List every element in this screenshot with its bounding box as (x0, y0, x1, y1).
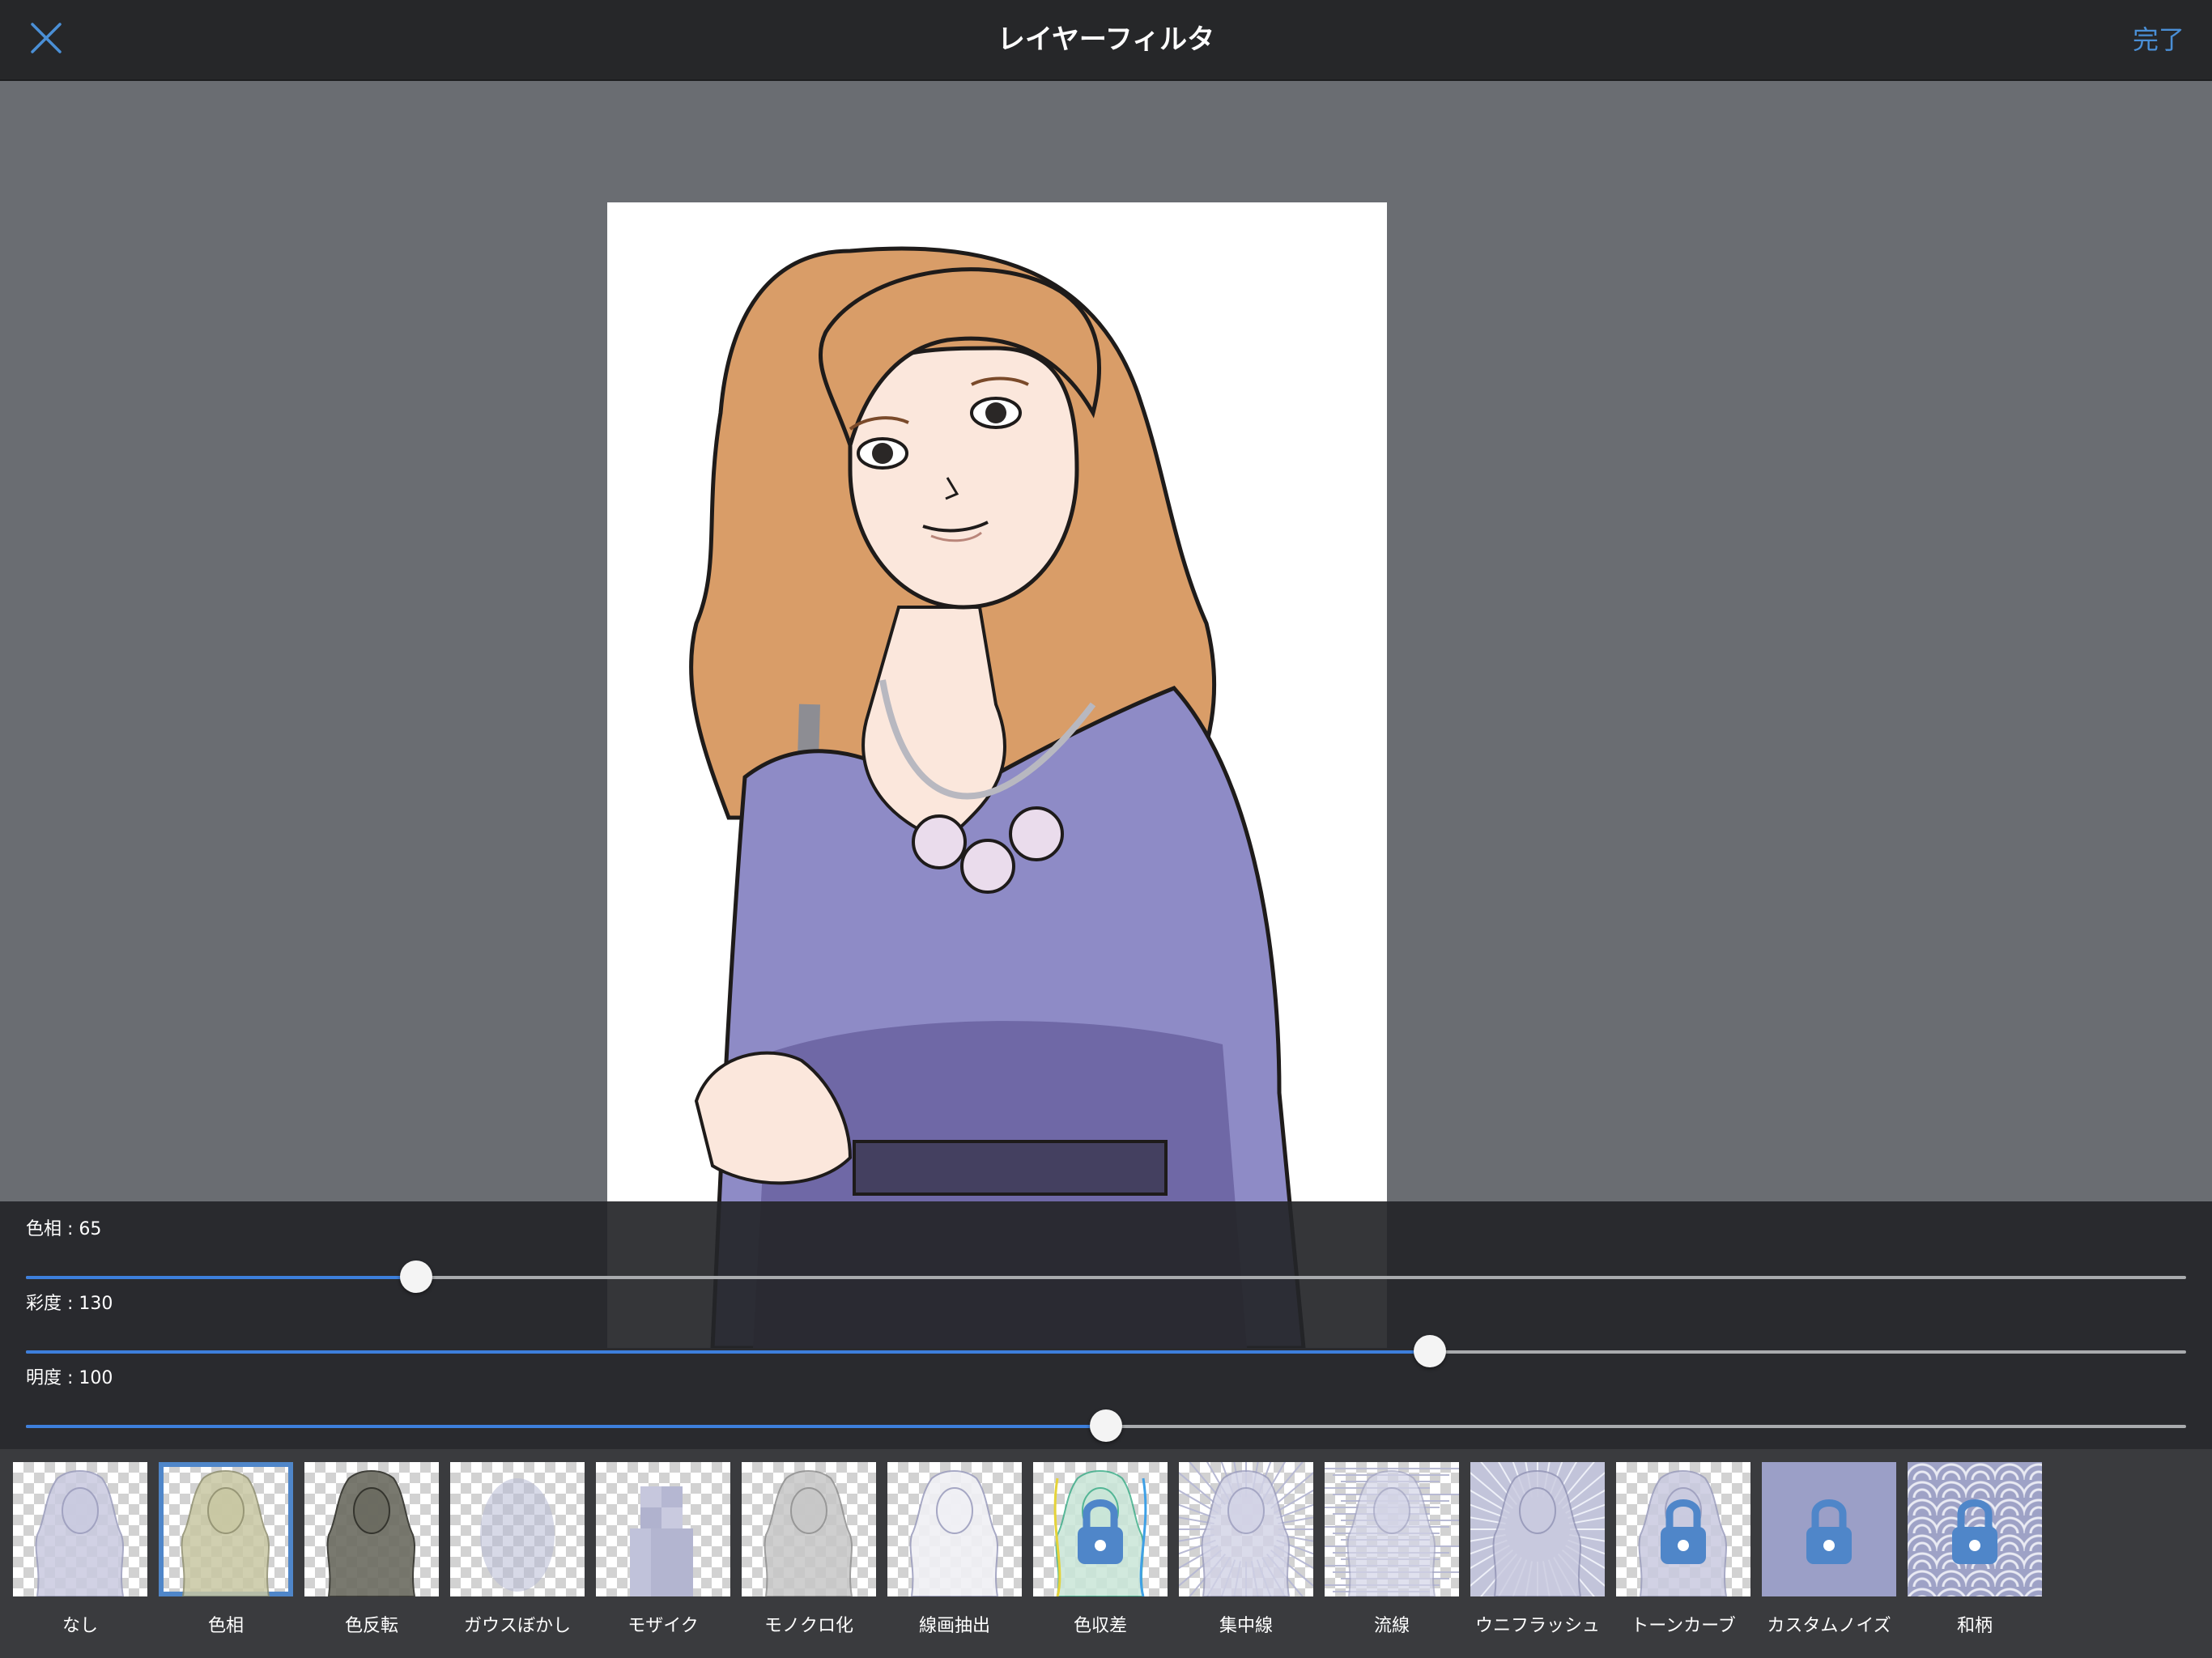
filter-label: なし (62, 1616, 98, 1636)
saturation-slider-label: 彩度 : 130 (26, 1294, 113, 1314)
saturation-slider-fill (26, 1350, 1431, 1354)
saturation-slider-thumb[interactable] (1414, 1335, 1447, 1367)
filter-item[interactable]: 線画抽出 (887, 1462, 1022, 1648)
filter-thumbnail[interactable] (742, 1462, 876, 1596)
filter-label: ガウスぼかし (463, 1616, 571, 1636)
filter-item[interactable]: 流線 (1325, 1462, 1459, 1648)
hue-slider-fill (26, 1276, 416, 1279)
filter-strip: なし 色相 色反転 ガウスぼかし モザイク モノクロ化 線画抽出 色収差 集中線 流線 ウニフラッシ… (0, 1449, 2212, 1658)
filter-label: 色収差 (1073, 1616, 1127, 1636)
filter-thumbnail[interactable] (1908, 1462, 2042, 1596)
filter-thumbnail[interactable] (596, 1462, 730, 1596)
filter-thumbnail[interactable] (159, 1462, 293, 1596)
saturation-slider[interactable] (26, 1335, 2186, 1367)
filter-label: 流線 (1373, 1616, 1410, 1636)
hue-slider-label: 色相 : 65 (26, 1219, 102, 1239)
filter-thumbnail[interactable] (13, 1462, 147, 1596)
lock-icon (1806, 1499, 1852, 1564)
done-button[interactable]: 完了 (2133, 0, 2184, 79)
filter-thumbnail[interactable] (1325, 1462, 1459, 1596)
top-bar: レイヤーフィルタ 完了 (0, 0, 2212, 81)
filter-label: 色相 (207, 1616, 244, 1636)
hue-slider-thumb[interactable] (399, 1261, 432, 1293)
filter-thumbnail[interactable] (304, 1462, 439, 1596)
filter-label: カスタムノイズ (1767, 1616, 1891, 1636)
lock-icon (1952, 1499, 1997, 1564)
artwork-canvas[interactable] (607, 202, 1387, 1348)
filter-item[interactable]: ガウスぼかし (450, 1462, 585, 1648)
filter-label: 色反転 (344, 1616, 398, 1636)
brightness-slider-row: 明度 : 100 (0, 1363, 2212, 1442)
adjustment-panel: 色相 : 65 彩度 : 130 明度 : 100 (0, 1201, 2212, 1449)
brightness-slider-fill (26, 1425, 1106, 1428)
filter-label: 集中線 (1219, 1616, 1273, 1636)
filter-item[interactable]: 和柄 (1908, 1462, 2042, 1648)
filter-item[interactable]: トーンカーブ (1616, 1462, 1750, 1648)
filter-item[interactable]: カスタムノイズ (1762, 1462, 1896, 1648)
filter-label: 線画抽出 (918, 1616, 990, 1636)
page-title: レイヤーフィルタ (997, 23, 1215, 56)
filter-item[interactable]: 色収差 (1033, 1462, 1168, 1648)
filter-label: モノクロ化 (764, 1616, 853, 1636)
filter-label: トーンカーブ (1631, 1616, 1736, 1636)
brightness-slider[interactable] (26, 1409, 2186, 1442)
filter-thumbnail[interactable] (1033, 1462, 1168, 1596)
hue-slider-row: 色相 : 65 (0, 1214, 2212, 1293)
hue-slider[interactable] (26, 1261, 2186, 1293)
brightness-slider-thumb[interactable] (1090, 1409, 1122, 1442)
filter-item[interactable]: ウニフラッシュ (1470, 1462, 1605, 1648)
filter-item[interactable]: 集中線 (1179, 1462, 1313, 1648)
filter-item[interactable]: 色相 (159, 1462, 293, 1648)
filter-item[interactable]: なし (13, 1462, 147, 1648)
filter-label: 和柄 (1956, 1616, 1993, 1636)
filter-thumbnail[interactable] (1762, 1462, 1896, 1596)
filter-item[interactable]: モザイク (596, 1462, 730, 1648)
filter-item[interactable]: 色反転 (304, 1462, 439, 1648)
filter-thumbnail[interactable] (450, 1462, 585, 1596)
filter-thumbnail[interactable] (1179, 1462, 1313, 1596)
brightness-slider-label: 明度 : 100 (26, 1368, 113, 1388)
character-illustration (689, 246, 1306, 1348)
filter-label: ウニフラッシュ (1474, 1616, 1600, 1636)
filter-label: モザイク (627, 1616, 699, 1636)
filter-item[interactable]: モノクロ化 (742, 1462, 876, 1648)
filter-thumbnail[interactable] (1616, 1462, 1750, 1596)
filter-thumbnail[interactable] (887, 1462, 1022, 1596)
saturation-slider-row: 彩度 : 130 (0, 1289, 2212, 1367)
filter-thumbnail[interactable] (1470, 1462, 1605, 1596)
